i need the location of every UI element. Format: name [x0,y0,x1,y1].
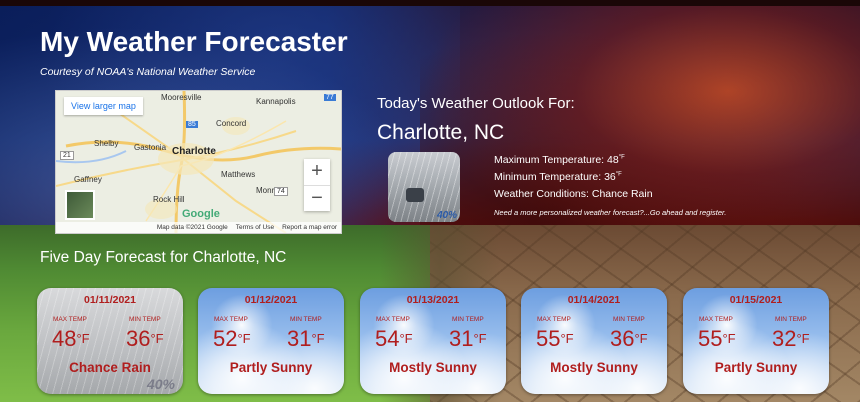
temp-unit: °F [722,331,736,346]
min-temp-value: 36 [610,326,635,351]
max-temp-label: MAX TEMP [537,316,571,323]
rain-icon: 40% [388,152,460,222]
temp-unit: °F [76,331,90,346]
forecast-card-day-2: 01/12/2021 MAX TEMP MIN TEMP 52°F 31°F P… [198,288,344,394]
temp-unit: °F [560,331,574,346]
min-temp-value: 36 [126,326,151,351]
max-temp-value: 48 [52,326,77,351]
page-subtitle: Courtesy of NOAA's National Weather Serv… [40,66,256,78]
max-temp-value-wrap: 48°F [52,326,90,352]
min-temp-label: MIN TEMP [613,316,645,323]
min-temp-value-wrap: 31°F [449,326,487,352]
forecast-condition: Partly Sunny [229,360,313,375]
min-temp-value-wrap: 36°F [610,326,648,352]
forecast-condition: Mostly Sunny [550,360,638,375]
min-temperature-text: Minimum Temperature: 36 [494,171,616,183]
today-precip-percent: 40% [436,210,457,221]
five-day-heading: Five Day Forecast for Charlotte, NC [40,249,287,266]
forecast-condition: Partly Sunny [714,360,798,375]
map-label-mooresville: Mooresville [161,93,202,102]
forecast-card-day-3: 01/13/2021 MAX TEMP MIN TEMP 54°F 31°F M… [360,288,506,394]
max-temp-label: MAX TEMP [53,316,87,323]
max-temperature-line: Maximum Temperature: 48°F [494,154,625,166]
map-data-credit: Map data ©2021 Google [156,224,228,231]
max-temp-value-wrap: 55°F [536,326,574,352]
forecast-date: 01/11/2021 [84,294,136,306]
weather-conditions-text: Weather Conditions: Chance Rain [494,188,653,200]
max-temperature-text: Maximum Temperature: 48 [494,154,619,166]
report-map-error-link[interactable]: Report a map error [282,224,337,231]
map-footer: Map data ©2021 Google Terms of Use Repor… [56,222,341,233]
zoom-in-button[interactable]: + [304,159,330,186]
road-shield-21: 21 [60,151,74,160]
min-temp-value: 31 [449,326,474,351]
map-label-matthews: Matthews [221,170,256,179]
forecast-condition: Mostly Sunny [389,360,477,375]
max-temp-label: MAX TEMP [376,316,410,323]
min-temp-value: 31 [287,326,312,351]
map-label-concord: Concord [216,119,247,128]
google-logo: Google [182,208,220,220]
temp-unit: °F [311,331,325,346]
map-zoom-controls: + − [304,159,330,211]
outlook-heading: Today's Weather Outlook For: [377,95,575,112]
max-temp-value: 52 [213,326,238,351]
terms-of-use-link[interactable]: Terms of Use [236,224,274,231]
map-city-charlotte: Charlotte [172,146,216,157]
forecast-date: 01/12/2021 [244,294,298,306]
min-temp-label: MIN TEMP [290,316,322,323]
min-temp-value-wrap: 32°F [772,326,810,352]
map-label-gastonia: Gastonia [134,143,167,152]
embedded-map[interactable]: View larger map Mooresville Concord Gast… [55,90,342,234]
max-temp-label: MAX TEMP [214,316,248,323]
max-temperature-unit: °F [618,154,625,161]
road-shield-85: 85 [186,121,198,128]
temp-unit: °F [237,331,251,346]
forecast-condition: Chance Rain [69,360,151,375]
view-larger-map-link[interactable]: View larger map [64,97,143,115]
temp-unit: °F [473,331,487,346]
temp-unit: °F [399,331,413,346]
zoom-out-button[interactable]: − [304,186,330,212]
min-temp-label: MIN TEMP [129,316,161,323]
outlook-city: Charlotte, NC [377,121,505,144]
min-temp-label: MIN TEMP [452,316,484,323]
temp-unit: °F [634,331,648,346]
max-temp-value: 55 [536,326,561,351]
map-label-gaffney: Gaffney [74,175,102,184]
register-prompt[interactable]: Need a more personalized weather forecas… [494,208,726,217]
map-label-shelby: Shelby [94,139,119,148]
min-temp-value: 32 [772,326,797,351]
max-temp-value: 55 [698,326,723,351]
forecast-date: 01/13/2021 [406,294,460,306]
car-graphic [406,188,424,202]
min-temp-label: MIN TEMP [775,316,807,323]
forecast-date: 01/15/2021 [729,294,783,306]
forecast-card-day-4: 01/14/2021 MAX TEMP MIN TEMP 55°F 36°F M… [521,288,667,394]
min-temperature-unit: °F [615,171,622,178]
road-shield-74: 74 [274,187,288,196]
max-temp-value-wrap: 54°F [375,326,413,352]
temp-unit: °F [796,331,810,346]
min-temp-value-wrap: 31°F [287,326,325,352]
forecast-date: 01/14/2021 [567,294,621,306]
top-bar [0,0,860,6]
satellite-view-toggle[interactable] [65,190,95,220]
min-temperature-line: Minimum Temperature: 36°F [494,171,622,183]
max-temp-label: MAX TEMP [699,316,733,323]
temp-unit: °F [150,331,164,346]
forecast-card-day-5: 01/15/2021 MAX TEMP MIN TEMP 55°F 32°F P… [683,288,829,394]
min-temp-value-wrap: 36°F [126,326,164,352]
map-label-kannapolis: Kannapolis [256,97,296,106]
forecast-card-day-1: 01/11/2021 MAX TEMP MIN TEMP 48°F 36°F C… [37,288,183,394]
max-temp-value-wrap: 55°F [698,326,736,352]
max-temp-value-wrap: 52°F [213,326,251,352]
map-label-rock-hill: Rock Hill [153,195,185,204]
max-temp-value: 54 [375,326,400,351]
forecast-precip-percent: 40% [146,376,175,392]
page-title: My Weather Forecaster [40,26,348,57]
road-shield-77: 77 [324,94,336,101]
